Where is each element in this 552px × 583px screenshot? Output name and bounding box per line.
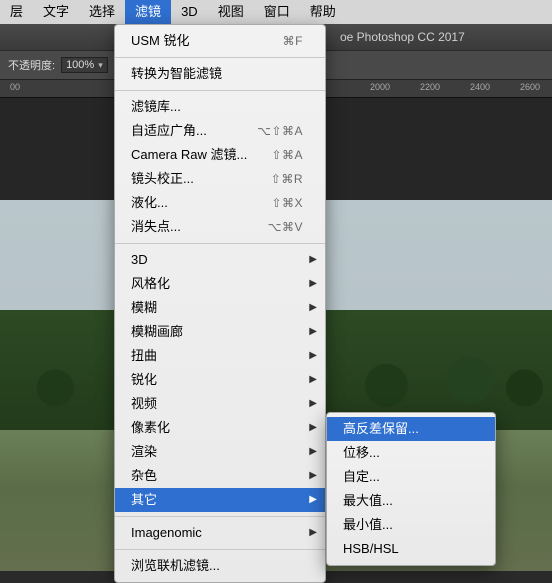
menu-item-label: 浏览联机滤镜... bbox=[131, 557, 220, 575]
opacity-label: 不透明度: bbox=[8, 57, 55, 73]
menu-item-浏览联机滤镜[interactable]: 浏览联机滤镜... bbox=[115, 554, 325, 578]
menu-层[interactable]: 层 bbox=[0, 0, 33, 24]
menu-item-shortcut: ⇧⌘X bbox=[271, 194, 303, 212]
menu-视图[interactable]: 视图 bbox=[208, 0, 254, 24]
menu-item-label: 3D bbox=[131, 251, 148, 269]
menu-帮助[interactable]: 帮助 bbox=[300, 0, 346, 24]
menu-item-锐化[interactable]: 锐化 ▶ bbox=[115, 368, 325, 392]
chevron-right-icon: ▶ bbox=[309, 323, 317, 341]
menu-separator bbox=[115, 243, 325, 244]
menu-窗口[interactable]: 窗口 bbox=[254, 0, 300, 24]
menu-item-渲染[interactable]: 渲染 ▶ bbox=[115, 440, 325, 464]
menu-item-label: 镜头校正... bbox=[131, 170, 194, 188]
menu-item-镜头校正[interactable]: 镜头校正... ⇧⌘R bbox=[115, 167, 325, 191]
menu-item-Imagenomic[interactable]: Imagenomic ▶ bbox=[115, 521, 325, 545]
menu-item-风格化[interactable]: 风格化 ▶ bbox=[115, 272, 325, 296]
menu-item-label: 转换为智能滤镜 bbox=[131, 65, 222, 83]
chevron-right-icon: ▶ bbox=[309, 491, 317, 509]
menu-滤镜[interactable]: 滤镜 bbox=[125, 0, 171, 24]
menu-item-shortcut: ⌥⌘V bbox=[268, 218, 303, 236]
document-title: oe Photoshop CC 2017 bbox=[340, 30, 465, 44]
menu-item-扭曲[interactable]: 扭曲 ▶ bbox=[115, 344, 325, 368]
chevron-right-icon: ▶ bbox=[309, 395, 317, 413]
chevron-right-icon: ▶ bbox=[309, 524, 317, 542]
menu-item-滤镜库[interactable]: 滤镜库... bbox=[115, 95, 325, 119]
menu-item-label: 滤镜库... bbox=[131, 98, 181, 116]
menu-separator bbox=[115, 516, 325, 517]
submenu-item-位移[interactable]: 位移... bbox=[327, 441, 495, 465]
menu-3D[interactable]: 3D bbox=[171, 0, 208, 24]
menu-item-label: 模糊 bbox=[131, 299, 157, 317]
menu-item-label: 扭曲 bbox=[131, 347, 157, 365]
menu-separator bbox=[115, 57, 325, 58]
menu-separator bbox=[115, 90, 325, 91]
ruler-tick: 2600 bbox=[520, 82, 540, 92]
chevron-right-icon: ▶ bbox=[309, 467, 317, 485]
menu-item-label: USM 锐化 bbox=[131, 32, 190, 50]
menu-item-像素化[interactable]: 像素化 ▶ bbox=[115, 416, 325, 440]
menu-item-label: 自适应广角... bbox=[131, 122, 207, 140]
menu-item-shortcut: ⌥⇧⌘A bbox=[257, 122, 303, 140]
chevron-right-icon: ▶ bbox=[309, 299, 317, 317]
chevron-right-icon: ▶ bbox=[309, 371, 317, 389]
chevron-right-icon: ▶ bbox=[309, 251, 317, 269]
menu-item-CameraRaw滤镜[interactable]: Camera Raw 滤镜... ⇧⌘A bbox=[115, 143, 325, 167]
menu-item-模糊[interactable]: 模糊 ▶ bbox=[115, 296, 325, 320]
submenu-item-最小值[interactable]: 最小值... bbox=[327, 513, 495, 537]
menu-item-shortcut: ⇧⌘A bbox=[271, 146, 303, 164]
chevron-right-icon: ▶ bbox=[309, 443, 317, 461]
menu-item-label: Imagenomic bbox=[131, 524, 202, 542]
submenu-item-最大值[interactable]: 最大值... bbox=[327, 489, 495, 513]
menu-选择[interactable]: 选择 bbox=[79, 0, 125, 24]
menu-item-label: 风格化 bbox=[131, 275, 170, 293]
menu-item-label: 像素化 bbox=[131, 419, 170, 437]
menu-item-label: 液化... bbox=[131, 194, 168, 212]
menu-item-USM锐化[interactable]: USM 锐化 ⌘F bbox=[115, 29, 325, 53]
chevron-down-icon: ▾ bbox=[98, 60, 103, 71]
chevron-right-icon: ▶ bbox=[309, 419, 317, 437]
menu-item-模糊画廊[interactable]: 模糊画廊 ▶ bbox=[115, 320, 325, 344]
menu-item-label: Camera Raw 滤镜... bbox=[131, 146, 247, 164]
menu-item-3D[interactable]: 3D ▶ bbox=[115, 248, 325, 272]
menu-item-杂色[interactable]: 杂色 ▶ bbox=[115, 464, 325, 488]
menu-item-shortcut: ⇧⌘R bbox=[271, 170, 303, 188]
menu-item-转换为智能滤镜[interactable]: 转换为智能滤镜 bbox=[115, 62, 325, 86]
menu-item-label: 杂色 bbox=[131, 467, 157, 485]
other-submenu: 高反差保留...位移...自定...最大值...最小值...HSB/HSL bbox=[326, 412, 496, 566]
chevron-right-icon: ▶ bbox=[309, 275, 317, 293]
menu-item-shortcut: ⌘F bbox=[283, 32, 303, 50]
opacity-field[interactable]: 100% ▾ bbox=[61, 57, 108, 73]
menu-item-视频[interactable]: 视频 ▶ bbox=[115, 392, 325, 416]
menu-item-消失点[interactable]: 消失点... ⌥⌘V bbox=[115, 215, 325, 239]
menu-item-label: 视频 bbox=[131, 395, 157, 413]
app-menubar: 层文字选择滤镜3D视图窗口帮助 bbox=[0, 0, 552, 24]
submenu-item-自定[interactable]: 自定... bbox=[327, 465, 495, 489]
filter-menu-dropdown: USM 锐化 ⌘F 转换为智能滤镜滤镜库... 自适应广角... ⌥⇧⌘A Camera … bbox=[114, 24, 326, 583]
chevron-right-icon: ▶ bbox=[309, 347, 317, 365]
menu-文字[interactable]: 文字 bbox=[33, 0, 79, 24]
ruler-tick: 2400 bbox=[470, 82, 490, 92]
menu-item-label: 渲染 bbox=[131, 443, 157, 461]
ruler-tick: 2000 bbox=[370, 82, 390, 92]
ruler-tick: 00 bbox=[10, 82, 20, 92]
menu-item-液化[interactable]: 液化... ⇧⌘X bbox=[115, 191, 325, 215]
submenu-item-HSBHSL[interactable]: HSB/HSL bbox=[327, 537, 495, 561]
menu-separator bbox=[115, 549, 325, 550]
menu-item-label: 消失点... bbox=[131, 218, 181, 236]
menu-item-label: 模糊画廊 bbox=[131, 323, 183, 341]
ruler-tick: 2200 bbox=[420, 82, 440, 92]
menu-item-其它[interactable]: 其它 ▶ bbox=[115, 488, 325, 512]
opacity-value: 100% bbox=[66, 59, 94, 71]
menu-item-label: 其它 bbox=[131, 491, 157, 509]
submenu-item-高反差保留[interactable]: 高反差保留... bbox=[327, 417, 495, 441]
menu-item-label: 锐化 bbox=[131, 371, 157, 389]
menu-item-自适应广角[interactable]: 自适应广角... ⌥⇧⌘A bbox=[115, 119, 325, 143]
